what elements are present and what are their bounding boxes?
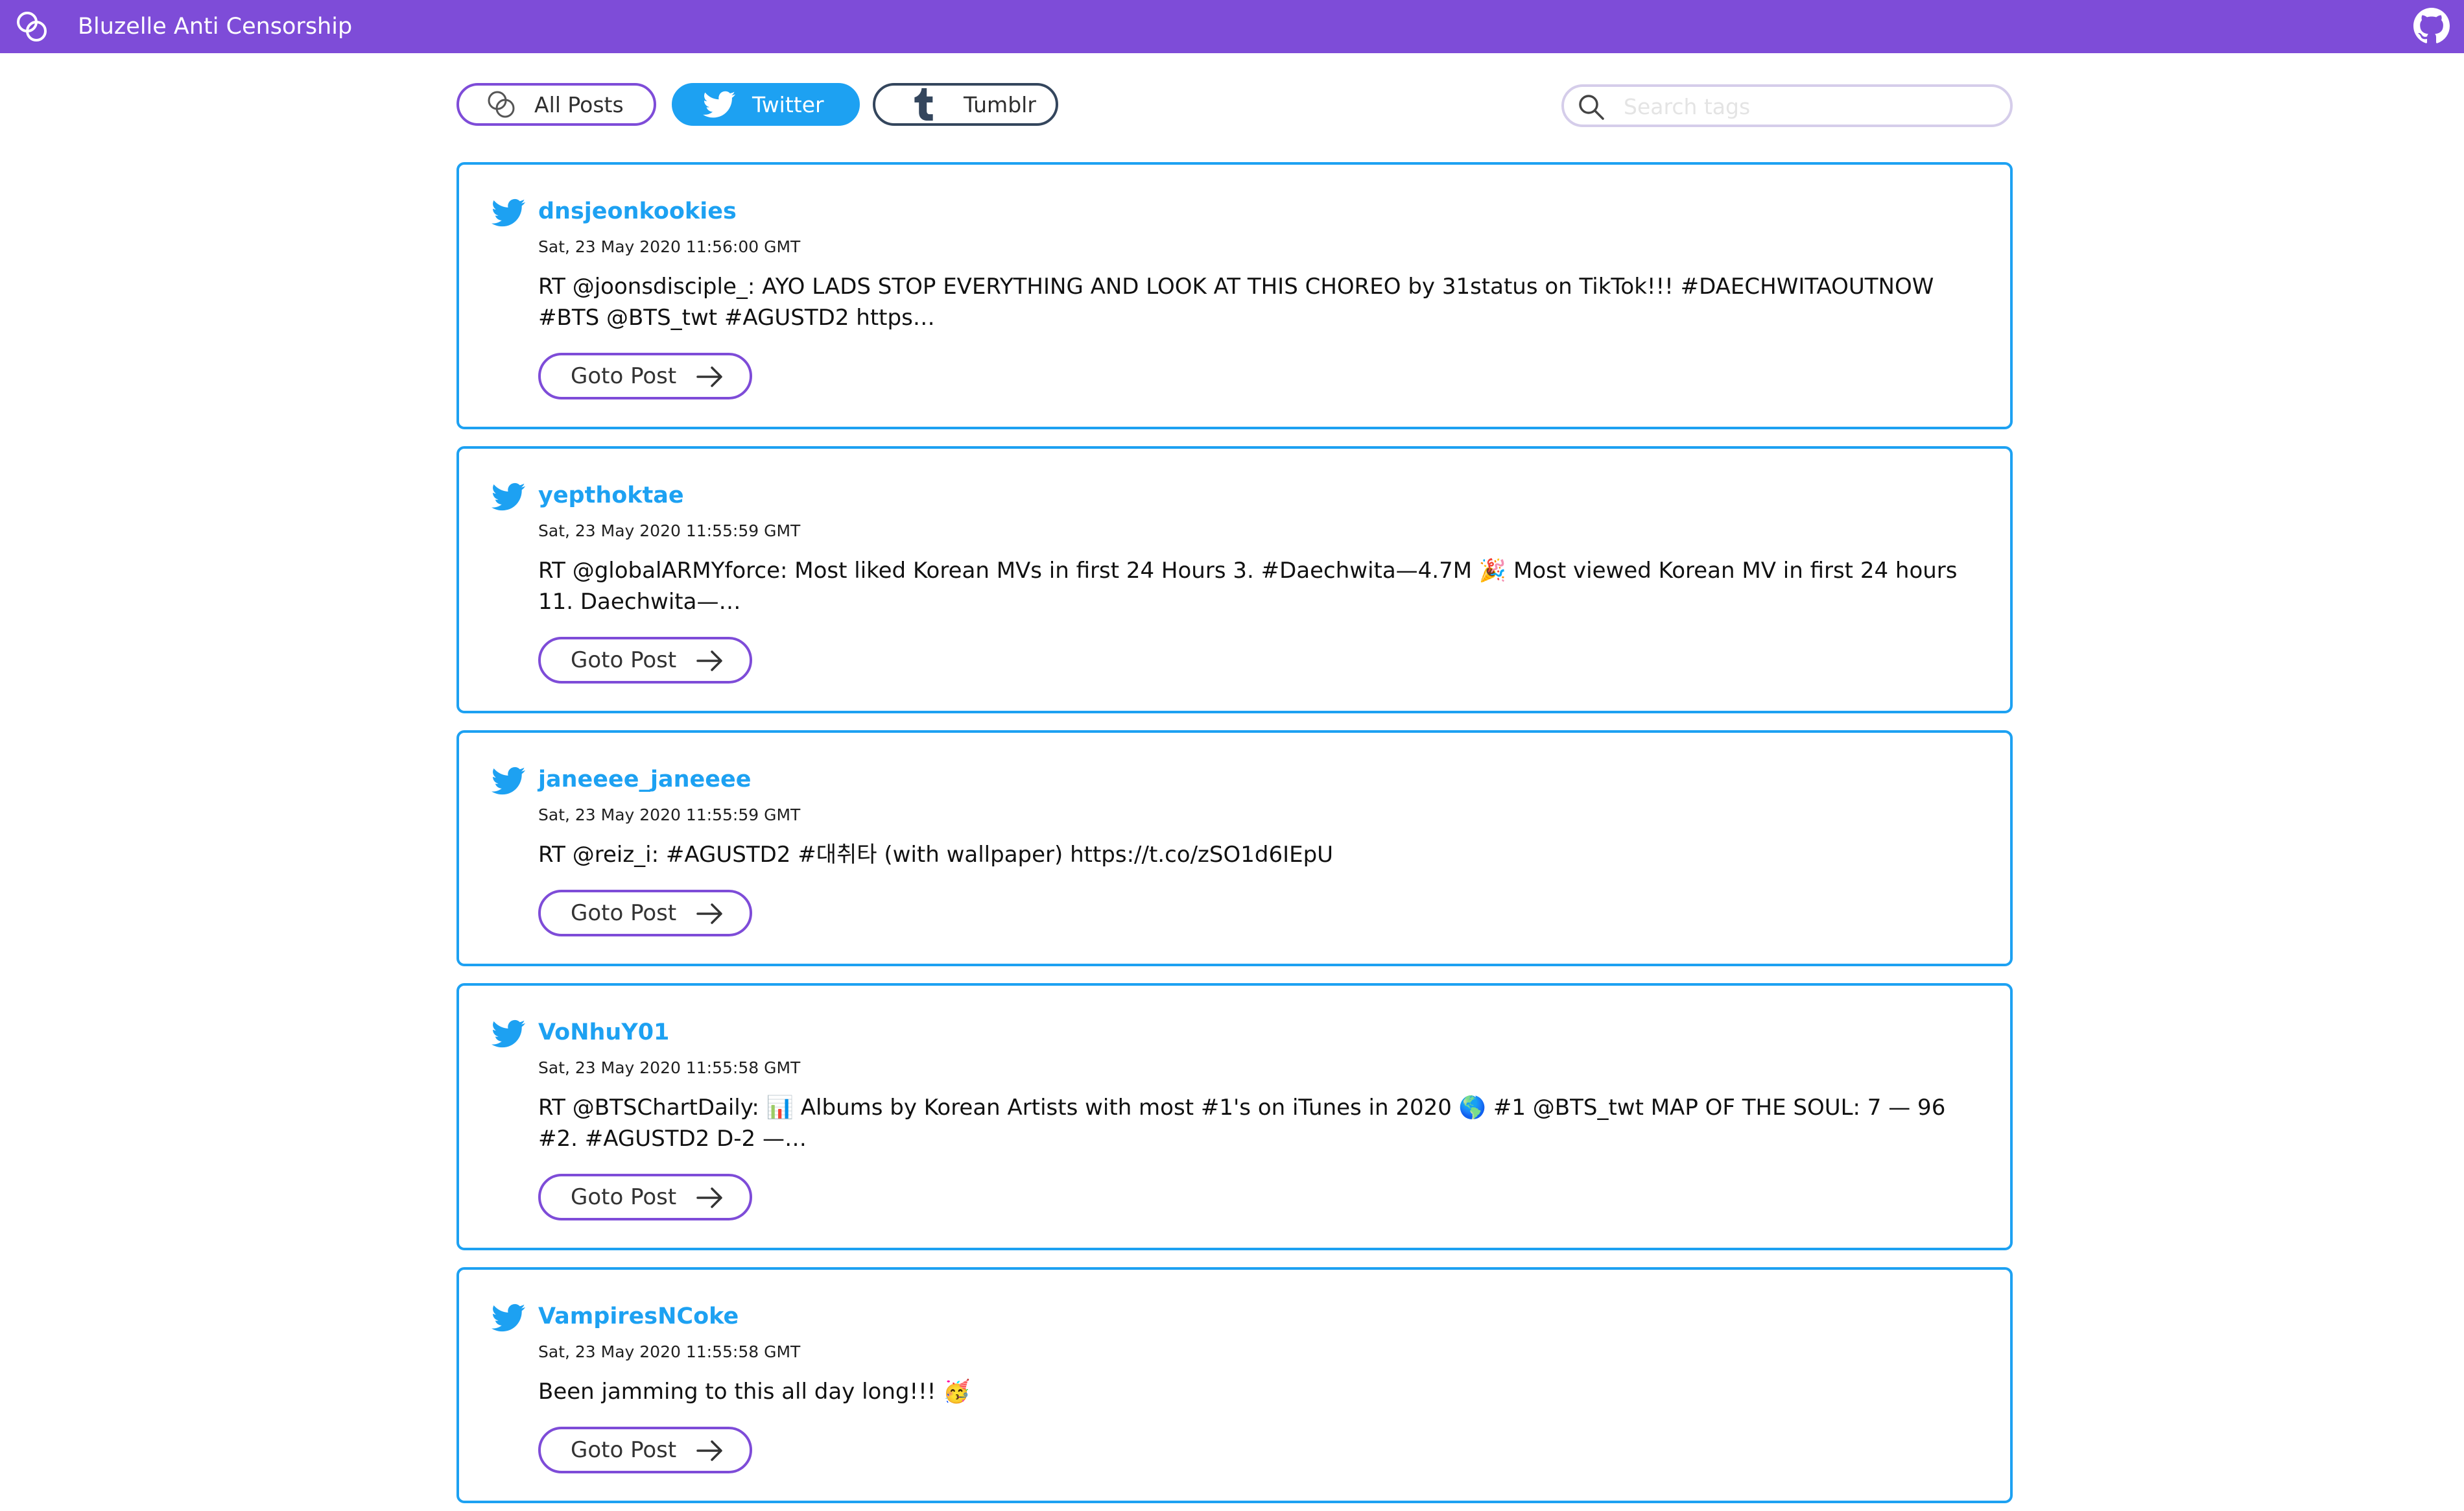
search-tags-box [1561,84,2013,127]
filter-all-posts-label: All Posts [534,91,624,117]
tumblr-icon [914,88,933,121]
post-date: Sat, 23 May 2020 11:55:58 GMT [538,1058,801,1077]
post-date: Sat, 23 May 2020 11:55:58 GMT [538,1342,801,1361]
all-posts-icon [488,91,515,118]
post-username[interactable]: VoNhuY01 [538,1019,669,1045]
arrow-right-icon [696,650,722,671]
goto-post-label: Goto Post [571,900,677,926]
twitter-icon [492,767,525,795]
goto-post-label: Goto Post [571,1437,677,1463]
goto-post-label: Goto Post [571,1184,677,1210]
filter-all-posts-button[interactable]: All Posts [456,83,656,126]
filter-twitter-button[interactable]: Twitter [672,83,860,126]
arrow-right-icon [696,366,722,387]
post-date: Sat, 23 May 2020 11:55:59 GMT [538,805,801,824]
twitter-icon [703,91,735,118]
post-text: RT @globalARMYforce: Most liked Korean M… [538,558,1958,615]
post-card: dnsjeonkookies Sat, 23 May 2020 11:56:00… [456,162,2013,429]
post-card: yepthoktae Sat, 23 May 2020 11:55:59 GMT… [456,446,2013,713]
goto-post-button[interactable]: Goto Post [538,353,752,399]
search-tags-input[interactable] [1622,91,2001,122]
app-title[interactable]: Bluzelle Anti Censorship [78,0,352,53]
bluzelle-logo-icon[interactable] [14,9,49,44]
twitter-icon [492,482,525,511]
search-icon [1579,95,1604,120]
twitter-icon [492,1019,525,1048]
post-text: RT @joonsdisciple_: AYO LADS STOP EVERYT… [538,274,1934,331]
post-username[interactable]: dnsjeonkookies [538,198,737,224]
goto-post-button[interactable]: Goto Post [538,890,752,936]
arrow-right-icon [696,1187,722,1208]
goto-post-label: Goto Post [571,363,677,389]
post-date: Sat, 23 May 2020 11:56:00 GMT [538,237,801,256]
goto-post-label: Goto Post [571,647,677,673]
filter-tumblr-button[interactable]: Tumblr [873,83,1058,126]
post-text: RT @BTSChartDaily: 📊 Albums by Korean Ar… [538,1095,1946,1152]
post-date: Sat, 23 May 2020 11:55:59 GMT [538,521,801,540]
top-navbar: Bluzelle Anti Censorship [0,0,2464,53]
twitter-icon [492,1303,525,1332]
goto-post-button[interactable]: Goto Post [538,637,752,684]
twitter-icon [492,198,525,227]
filter-tumblr-label: Tumblr [964,91,1036,117]
goto-post-button[interactable]: Goto Post [538,1174,752,1220]
goto-post-button[interactable]: Goto Post [538,1427,752,1473]
post-card: janeeee_janeeee Sat, 23 May 2020 11:55:5… [456,730,2013,966]
post-text: RT @reiz_i: #AGUSTD2 #대취타 (with wallpape… [538,842,1334,868]
arrow-right-icon [696,1440,722,1461]
github-icon[interactable] [2413,8,2450,44]
post-username[interactable]: janeeee_janeeee [538,767,751,792]
post-text: Been jamming to this all day long!!! 🥳 [538,1379,971,1405]
post-username[interactable]: yepthoktae [538,482,684,508]
filter-twitter-label: Twitter [752,91,824,117]
arrow-right-icon [696,903,722,924]
post-username[interactable]: VampiresNCoke [538,1303,739,1329]
post-card: VoNhuY01 Sat, 23 May 2020 11:55:58 GMT R… [456,983,2013,1250]
post-card: VampiresNCoke Sat, 23 May 2020 11:55:58 … [456,1267,2013,1503]
